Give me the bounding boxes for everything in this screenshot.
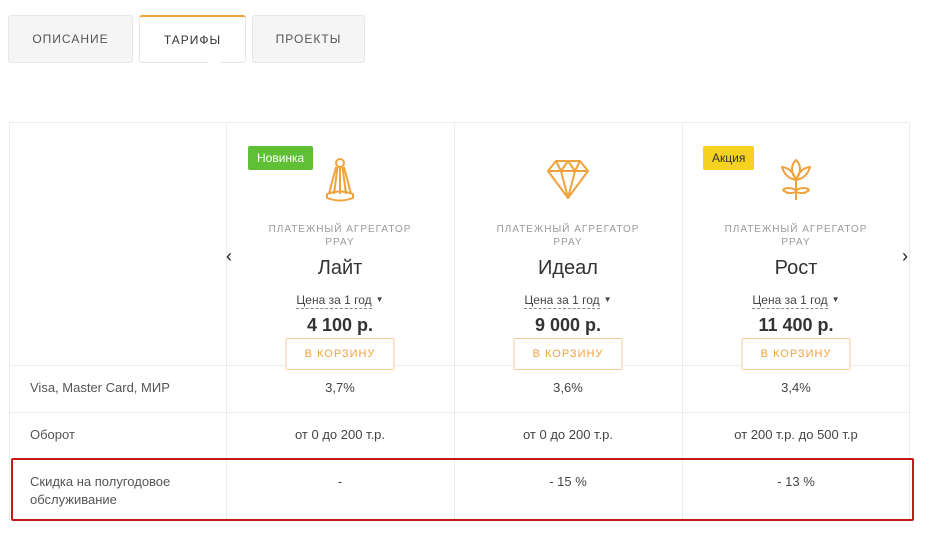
plan-card-growth: Акция ПЛАТЕЖНЫЙ АГРЕГАТОР PPAY Рост Цена… bbox=[682, 123, 910, 370]
plan-name: Лайт bbox=[317, 257, 363, 279]
plan-price: 11 400 р. bbox=[758, 315, 834, 335]
row-label: Оборот bbox=[30, 427, 75, 442]
row-label: Скидка на полугодовое обслуживание bbox=[30, 474, 171, 507]
row-value: 3,7% bbox=[325, 380, 355, 395]
tab-tariffs[interactable]: ТАРИФЫ bbox=[139, 15, 246, 63]
caret-down-icon: ▼ bbox=[831, 295, 840, 304]
plan-name: Идеал bbox=[538, 257, 598, 279]
plan-provider: ПЛАТЕЖНЫЙ АГРЕГАТОР PPAY bbox=[724, 224, 868, 248]
plan-price: 4 100 р. bbox=[306, 315, 374, 335]
price-period-selector[interactable]: Цена за 1 год ▼ bbox=[226, 293, 454, 309]
row-value: от 0 до 200 т.р. bbox=[522, 427, 614, 442]
table-row: Visa, Master Card, МИР 3,7% 3,6% 3,4% bbox=[10, 365, 911, 412]
table-row: Оборот от 0 до 200 т.р. от 0 до 200 т.р.… bbox=[10, 412, 911, 459]
plan-price: 9 000 р. bbox=[534, 315, 602, 335]
caret-down-icon: ▼ bbox=[375, 295, 384, 304]
plan-provider: ПЛАТЕЖНЫЙ АГРЕГАТОР PPAY bbox=[496, 224, 640, 248]
row-value: от 0 до 200 т.р. bbox=[294, 427, 386, 442]
row-value: - 15 % bbox=[549, 474, 587, 489]
plan-card-ideal: ПЛАТЕЖНЫЙ АГРЕГАТОР PPAY Идеал Цена за 1… bbox=[454, 123, 682, 370]
table-row: Скидка на полугодовое обслуживание - - 1… bbox=[10, 459, 911, 521]
plan-name: Рост bbox=[774, 257, 818, 279]
row-value: - bbox=[337, 474, 343, 489]
diamond-icon bbox=[547, 160, 589, 199]
badminton-shuttlecock-icon bbox=[326, 158, 354, 202]
promo-badge: Акция bbox=[703, 146, 755, 170]
row-value: 3,6% bbox=[553, 380, 583, 395]
row-value: - 13 % bbox=[777, 474, 815, 489]
tariffs-table: Новинка ПЛАТЕЖНЫЙ АГРЕГАТОР PPAY Лайт Це… bbox=[9, 122, 910, 520]
plan-card-lite: Новинка ПЛАТЕЖНЫЙ АГРЕГАТОР PPAY Лайт Це… bbox=[226, 123, 454, 370]
next-arrow-icon[interactable]: › bbox=[896, 245, 914, 267]
tab-description[interactable]: ОПИСАНИЕ bbox=[8, 15, 133, 63]
new-badge: Новинка bbox=[248, 146, 314, 170]
row-value: от 200 т.р. до 500 т.р bbox=[734, 427, 858, 442]
row-value: 3,4% bbox=[781, 380, 811, 395]
prev-arrow-icon[interactable]: ‹ bbox=[220, 245, 238, 267]
price-period-selector[interactable]: Цена за 1 год ▼ bbox=[454, 293, 682, 309]
price-period-selector[interactable]: Цена за 1 год ▼ bbox=[682, 293, 910, 309]
lotus-icon bbox=[781, 159, 811, 200]
plan-provider: ПЛАТЕЖНЫЙ АГРЕГАТОР PPAY bbox=[268, 224, 412, 248]
caret-down-icon: ▼ bbox=[603, 295, 612, 304]
tab-projects[interactable]: ПРОЕКТЫ bbox=[252, 15, 365, 63]
row-label: Visa, Master Card, МИР bbox=[30, 380, 170, 395]
